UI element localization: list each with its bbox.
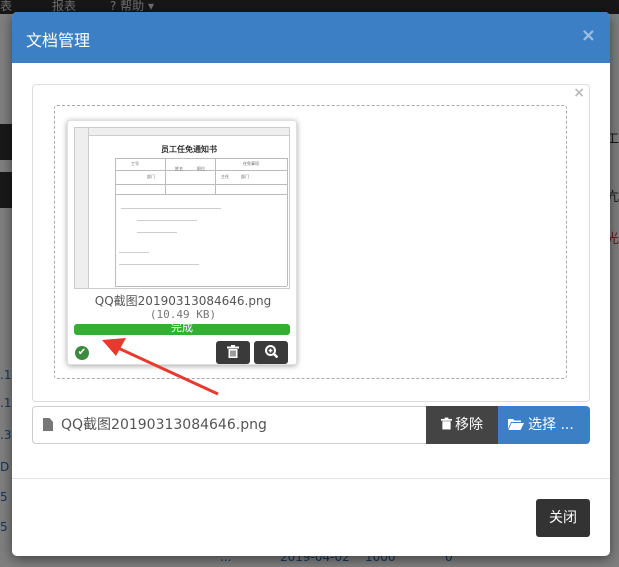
folder-open-icon <box>508 419 524 430</box>
remove-label: 移除 <box>455 417 483 433</box>
file-preview-panel: × 员工任免通知书 工号 姓名 职位 部门 主任 部门 任免事项 QQ截图201… <box>32 84 590 402</box>
sheet-rule <box>115 158 116 286</box>
delete-file-button[interactable] <box>216 341 250 364</box>
file-caption-text: QQ截图20190313084646.png <box>61 417 267 433</box>
thumbnail-cell: 部门 <box>241 174 249 179</box>
sheet-rule <box>215 158 216 194</box>
sheet-rule <box>165 158 166 194</box>
thumbnail-cell: 部门 <box>147 174 155 179</box>
file-name-label: QQ截图20190313084646.png <box>94 294 272 308</box>
close-button[interactable]: 关闭 <box>536 499 590 537</box>
sheet-rule <box>115 194 287 195</box>
modal-title: 文档管理 <box>26 31 91 50</box>
file-thumbnail-card: 员工任免通知书 工号 姓名 职位 部门 主任 部门 任免事项 QQ截图20190… <box>67 120 297 365</box>
trash-icon <box>441 417 452 430</box>
sheet-rule <box>287 158 288 286</box>
file-caption-field[interactable]: QQ截图20190313084646.png <box>32 406 427 444</box>
upload-success-check-icon: ✔ <box>75 346 89 360</box>
modal-close-icon[interactable]: × <box>581 25 596 46</box>
thumbnail-cell: 职位 <box>197 166 205 171</box>
sheet-row-header <box>75 128 89 288</box>
file-size-label: (10.49 KB) <box>149 308 217 321</box>
image-thumbnail: 员工任免通知书 工号 姓名 职位 部门 主任 部门 任免事项 <box>74 127 290 289</box>
modal-footer-divider <box>12 478 610 479</box>
file-input-group: QQ截图20190313084646.png 移除 选择 ... <box>32 406 590 444</box>
select-label: 选择 ... <box>528 417 574 433</box>
thumbnail-title: 员工任免通知书 <box>161 145 217 154</box>
select-file-button[interactable]: 选择 ... <box>498 406 590 444</box>
thumbnail-cell: 任免事项 <box>243 161 259 166</box>
sheet-rule <box>115 184 287 185</box>
drop-zone[interactable]: 员工任免通知书 工号 姓名 职位 部门 主任 部门 任免事项 QQ截图20190… <box>54 105 567 379</box>
thumbnail-cell: 姓名 <box>175 166 183 171</box>
sheet-text-line <box>119 264 199 265</box>
document-manager-modal: 文档管理 × × 员工任免通知书 工号 姓名 职位 部门 主任 部门 任免事项 … <box>12 12 610 556</box>
sheet-column-header <box>75 128 289 136</box>
file-icon <box>43 418 53 431</box>
sheet-text-line <box>137 232 177 233</box>
sheet-rule <box>115 286 287 287</box>
thumbnail-cell: 主任 <box>221 174 229 179</box>
sheet-rule <box>115 158 287 159</box>
modal-header: 文档管理 × <box>12 12 610 63</box>
preview-close-icon[interactable]: × <box>573 85 585 101</box>
upload-progress-bar: 完成 <box>74 324 290 335</box>
trash-icon <box>227 345 239 358</box>
zoom-in-icon <box>264 345 278 359</box>
sheet-text-line <box>137 220 197 221</box>
sheet-text-line <box>119 252 149 253</box>
remove-button[interactable]: 移除 <box>426 406 498 444</box>
progress-label: 完成 <box>171 324 193 334</box>
sheet-text-line <box>121 208 221 209</box>
zoom-preview-button[interactable] <box>254 341 288 364</box>
thumbnail-cell: 工号 <box>131 161 139 166</box>
